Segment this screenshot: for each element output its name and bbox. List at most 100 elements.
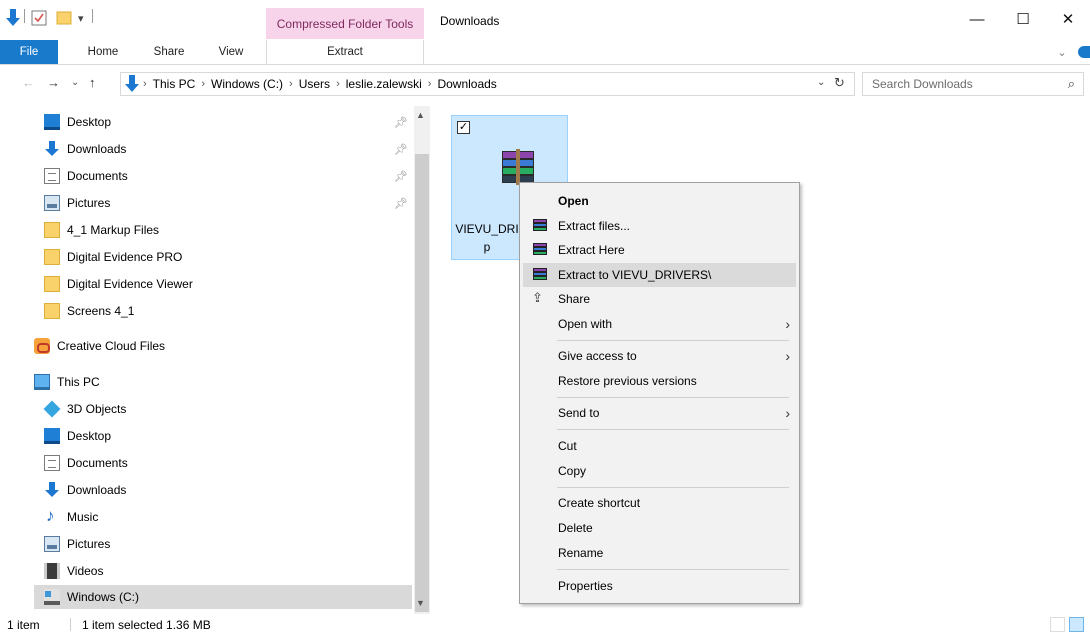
nav-item-digital-evidence-viewer[interactable]: Digital Evidence Viewer <box>34 272 412 296</box>
downloads-icon <box>44 482 60 498</box>
breadcrumb-this-pc[interactable]: This PC <box>153 77 196 91</box>
menu-item-extract-to[interactable]: Extract to VIEVU_DRIVERS\ <box>523 263 796 287</box>
nav-item-4-1-markup-files[interactable]: 4_1 Markup Files <box>34 218 412 242</box>
refresh-icon[interactable]: ↻ <box>834 75 845 91</box>
nav-item-documents[interactable]: Documents <box>34 164 412 188</box>
breadcrumb-downloads[interactable]: Downloads <box>437 77 496 91</box>
nav-item-label: Digital Evidence Viewer <box>67 277 193 291</box>
nav-item-videos[interactable]: Videos <box>34 559 412 583</box>
minimize-button[interactable]: — <box>954 4 1000 34</box>
window-title: Downloads <box>440 14 500 28</box>
details-view-icon[interactable] <box>1050 617 1065 632</box>
nav-item-music[interactable]: Music <box>34 505 412 529</box>
menu-item-create-shortcut[interactable]: Create shortcut <box>523 491 796 515</box>
pin-icon[interactable]: 📌︎ <box>394 170 408 183</box>
navigation-pane: Desktop 📌︎ Downloads 📌︎ Documents 📌︎ Pic… <box>0 106 430 614</box>
breadcrumb-separator: › <box>336 78 340 90</box>
search-input[interactable] <box>872 77 1052 91</box>
share-icon: ⇪ <box>532 290 543 305</box>
maximize-button[interactable]: ☐ <box>1000 4 1046 34</box>
navigation-scrollbar[interactable]: ▲ ▼ <box>414 106 430 614</box>
nav-item-pc-documents[interactable]: Documents <box>34 451 412 475</box>
menu-item-properties[interactable]: Properties <box>523 574 796 598</box>
scroll-down-icon[interactable]: ▼ <box>416 598 425 608</box>
folder-icon <box>44 276 60 292</box>
nav-item-label: 3D Objects <box>67 402 127 416</box>
submenu-arrow-icon: › <box>785 405 790 421</box>
tab-share[interactable]: Share <box>144 40 194 64</box>
qat-new-folder-icon[interactable] <box>56 8 72 28</box>
nav-item-digital-evidence-pro[interactable]: Digital Evidence PRO <box>34 245 412 269</box>
nav-item-pictures[interactable]: Pictures <box>34 191 412 215</box>
pin-icon[interactable]: 📌︎ <box>394 197 408 210</box>
minimize-icon: — <box>969 10 985 28</box>
qat-customize-icon[interactable]: ▾ <box>78 8 84 28</box>
large-icons-view-icon[interactable] <box>1069 617 1084 632</box>
breadcrumb-windows-c[interactable]: Windows (C:) <box>211 77 283 91</box>
menu-item-copy[interactable]: Copy <box>523 459 796 483</box>
address-bar[interactable]: › This PC › Windows (C:) › Users › lesli… <box>120 72 855 96</box>
recent-locations-icon[interactable]: ⌄ <box>71 77 79 88</box>
nav-item-3d-objects[interactable]: 3D Objects <box>34 397 412 421</box>
nav-item-downloads[interactable]: Downloads <box>34 137 412 161</box>
menu-separator <box>557 429 789 430</box>
tab-home[interactable]: Home <box>78 40 128 64</box>
up-icon[interactable]: ↑ <box>89 75 96 90</box>
menu-item-delete[interactable]: Delete <box>523 516 796 540</box>
drive-icon <box>44 589 60 605</box>
nav-item-pc-downloads[interactable]: Downloads <box>34 478 412 502</box>
breadcrumb-user[interactable]: leslie.zalewski <box>346 77 422 91</box>
search-box[interactable]: ⌕ <box>862 72 1084 96</box>
nav-item-pc-desktop[interactable]: Desktop <box>34 424 412 448</box>
nav-item-label: Documents <box>67 169 128 183</box>
forward-icon[interactable]: → <box>47 75 60 90</box>
breadcrumb-separator: › <box>427 78 432 90</box>
menu-item-extract-here[interactable]: Extract Here <box>523 238 796 262</box>
qat-properties-icon[interactable] <box>6 8 20 28</box>
qat-checkbox-icon[interactable] <box>31 8 47 28</box>
nav-item-label: Music <box>67 510 99 524</box>
folder-icon <box>44 303 60 319</box>
breadcrumb-separator: › <box>201 78 206 90</box>
menu-item-cut[interactable]: Cut <box>523 434 796 458</box>
tab-extract[interactable]: Extract <box>266 40 424 64</box>
file-name: VIEVU_DRI p <box>455 222 519 254</box>
submenu-arrow-icon: › <box>785 348 790 364</box>
nav-item-label: 4_1 Markup Files <box>67 223 160 237</box>
nav-item-windows-c[interactable]: Windows (C:) <box>34 585 412 609</box>
nav-item-label: Downloads <box>67 142 127 156</box>
nav-item-creative-cloud-files[interactable]: Creative Cloud Files <box>24 334 402 358</box>
menu-separator <box>557 569 789 570</box>
breadcrumb-users[interactable]: Users <box>299 77 330 91</box>
menu-item-extract-files[interactable]: Extract files... <box>523 214 796 238</box>
winrar-icon <box>532 218 548 234</box>
3d-objects-icon <box>43 400 61 418</box>
folder-icon <box>44 249 60 265</box>
menu-item-open-with[interactable]: Open with › <box>523 312 796 336</box>
menu-item-send-to[interactable]: Send to › <box>523 401 796 425</box>
tab-view[interactable]: View <box>206 40 256 64</box>
menu-item-give-access[interactable]: Give access to › <box>523 344 796 368</box>
menu-separator <box>557 340 789 341</box>
scroll-thumb[interactable] <box>415 154 429 612</box>
back-icon[interactable]: ← <box>22 75 35 90</box>
close-button[interactable]: ✕ <box>1046 4 1090 34</box>
menu-item-rename[interactable]: Rename <box>523 541 796 565</box>
menu-item-open[interactable]: Open <box>523 189 796 213</box>
nav-item-desktop[interactable]: Desktop <box>34 110 412 134</box>
scroll-up-icon[interactable]: ▲ <box>416 110 425 120</box>
nav-item-this-pc[interactable]: This PC <box>24 370 402 394</box>
search-icon[interactable]: ⌕ <box>1068 76 1075 92</box>
tab-file[interactable]: File <box>0 40 58 64</box>
nav-item-screens-4-1[interactable]: Screens 4_1 <box>34 299 412 323</box>
help-icon[interactable] <box>1078 46 1090 58</box>
nav-item-pc-pictures[interactable]: Pictures <box>34 532 412 556</box>
menu-item-share[interactable]: ⇪ Share <box>523 287 796 311</box>
ribbon-expand-icon[interactable]: ⌄ <box>1054 40 1070 64</box>
address-dropdown-icon[interactable]: ⌄ <box>817 77 825 88</box>
pin-icon[interactable]: 📌︎ <box>394 116 408 129</box>
file-checkbox[interactable]: ✓ <box>457 121 470 134</box>
pin-icon[interactable]: 📌︎ <box>394 143 408 156</box>
documents-icon <box>44 455 60 471</box>
menu-item-restore-previous-versions[interactable]: Restore previous versions <box>523 369 796 393</box>
